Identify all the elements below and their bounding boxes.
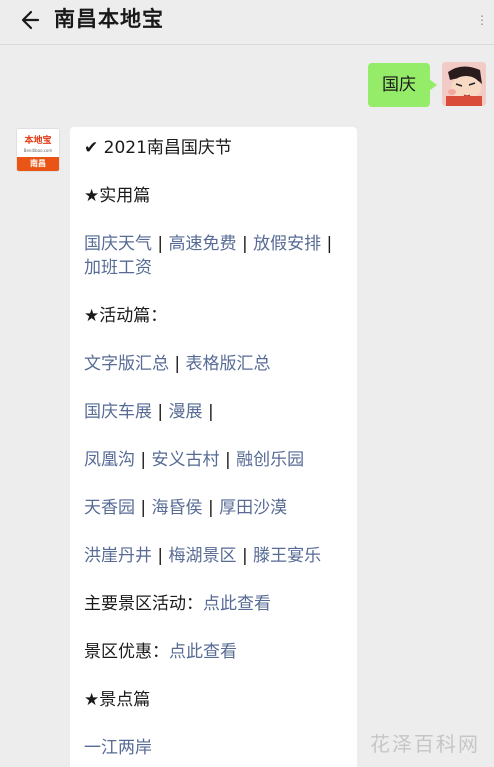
link-haihunhou[interactable]: 海昏侯 bbox=[152, 498, 203, 518]
section-activities: ★活动篇： bbox=[84, 306, 168, 326]
link-anyi-village[interactable]: 安义古村 bbox=[152, 450, 220, 470]
chat-header: 南昌本地宝 ⋮ bbox=[0, 0, 494, 45]
brand-logo-text: 本地宝 bbox=[24, 136, 52, 146]
discount-link[interactable]: 点此查看 bbox=[169, 642, 237, 662]
outgoing-bubble[interactable]: 国庆 bbox=[368, 63, 437, 107]
back-arrow-icon[interactable] bbox=[18, 6, 46, 34]
chat-title: 南昌本地宝 bbox=[54, 7, 164, 31]
link-houtian-desert[interactable]: 厚田沙漠 bbox=[219, 498, 287, 518]
discount-label: 景区优惠： bbox=[84, 642, 169, 662]
chat-page: 南昌本地宝 ⋮ 国庆 本地宝 Bendibao.com 南昌 ✔ 2021南昌国… bbox=[0, 0, 494, 767]
section-practical: ★实用篇 bbox=[84, 186, 151, 206]
main-activity-row: 主要景区活动：点此查看 bbox=[84, 592, 271, 616]
card-heading-text: 2021南昌国庆节 bbox=[103, 138, 232, 158]
link-highway-free[interactable]: 高速免费 bbox=[169, 234, 237, 254]
links-row-shows: 国庆车展 | 漫展 | bbox=[84, 402, 214, 422]
main-activity-link[interactable]: 点此查看 bbox=[203, 594, 271, 614]
link-overtime-pay[interactable]: 加班工资 bbox=[84, 258, 152, 278]
links-row-practical: 国庆天气 | 高速免费 | 放假安排 | bbox=[84, 234, 333, 254]
link-weather[interactable]: 国庆天气 bbox=[84, 234, 152, 254]
brand-city-text: 南昌 bbox=[17, 157, 59, 171]
user-avatar[interactable] bbox=[442, 62, 486, 106]
discount-row: 景区优惠：点此查看 bbox=[84, 640, 237, 664]
link-tengwang-feast[interactable]: 滕王宴乐 bbox=[253, 546, 321, 566]
section-attractions: ★景点篇 bbox=[84, 690, 151, 710]
incoming-message-card: ✔ 2021南昌国庆节 ★实用篇 国庆天气 | 高速免费 | 放假安排 | 加班… bbox=[70, 127, 357, 767]
link-yijiang-liangan[interactable]: 一江两岸 bbox=[84, 738, 152, 758]
check-icon: ✔ bbox=[84, 138, 99, 158]
links-row-summary: 文字版汇总 | 表格版汇总 bbox=[84, 354, 271, 374]
card-heading: ✔ 2021南昌国庆节 bbox=[84, 136, 232, 160]
main-activity-label: 主要景区活动： bbox=[84, 594, 203, 614]
link-holiday-schedule[interactable]: 放假安排 bbox=[253, 234, 321, 254]
brand-avatar[interactable]: 本地宝 Bendibao.com 南昌 bbox=[16, 128, 60, 172]
links-row-attractions: 一江两岸 bbox=[84, 736, 152, 760]
links-row-parks-3: 洪崖丹井 | 梅湖景区 | 滕王宴乐 bbox=[84, 546, 322, 566]
links-row-parks-2: 天香园 | 海昏侯 | 厚田沙漠 bbox=[84, 498, 288, 518]
brand-domain-text: Bendibao.com bbox=[23, 148, 53, 153]
link-text-summary[interactable]: 文字版汇总 bbox=[84, 354, 169, 374]
link-comic-show[interactable]: 漫展 bbox=[169, 402, 203, 422]
watermark: 花泽百科网 bbox=[370, 732, 480, 756]
link-tianxiang-garden[interactable]: 天香园 bbox=[84, 498, 135, 518]
link-meihu-scenic[interactable]: 梅湖景区 bbox=[169, 546, 237, 566]
link-table-summary[interactable]: 表格版汇总 bbox=[186, 354, 271, 374]
link-hongya-danjing[interactable]: 洪崖丹井 bbox=[84, 546, 152, 566]
links-row-parks-1: 凤凰沟 | 安义古村 | 融创乐园 bbox=[84, 450, 305, 470]
link-fenghuanggou[interactable]: 凤凰沟 bbox=[84, 450, 135, 470]
links-row-practical-2: 加班工资 bbox=[84, 256, 152, 280]
more-icon[interactable]: ⋮ bbox=[476, 10, 490, 30]
link-sunac-park[interactable]: 融创乐园 bbox=[236, 450, 304, 470]
link-car-show[interactable]: 国庆车展 bbox=[84, 402, 152, 422]
